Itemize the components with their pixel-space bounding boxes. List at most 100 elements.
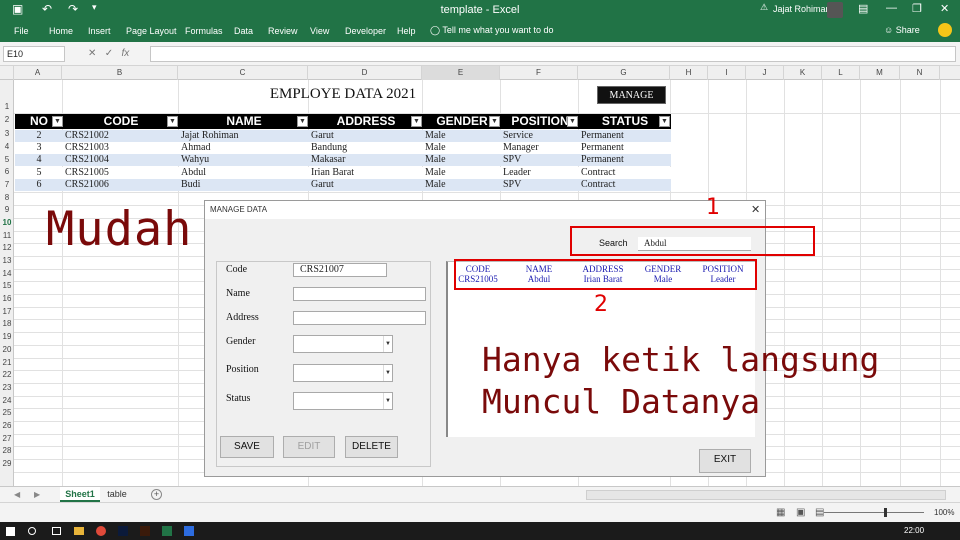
zoom-slider[interactable]	[824, 512, 924, 513]
column-header[interactable]: A	[14, 66, 62, 80]
tab-insert[interactable]: Insert	[88, 26, 111, 36]
app-icon[interactable]	[184, 526, 194, 536]
row-header[interactable]: 4	[0, 142, 14, 151]
row-header[interactable]: 24	[0, 396, 14, 405]
add-sheet-icon[interactable]: +	[151, 489, 162, 500]
column-header[interactable]: J	[746, 66, 784, 80]
filter-dropdown-icon[interactable]: ▼	[489, 116, 500, 127]
table-row[interactable]: 4 CRS21004 Wahyu Makasar Male SPV Perman…	[15, 154, 671, 166]
close-window-button[interactable]: ✕	[940, 2, 949, 15]
row-header[interactable]: 15	[0, 281, 14, 290]
name-field[interactable]	[293, 287, 426, 301]
row-header[interactable]: 26	[0, 421, 14, 430]
row-header[interactable]: 22	[0, 370, 14, 379]
column-header[interactable]: G	[578, 66, 670, 80]
row-header[interactable]: 10	[0, 218, 14, 227]
cancel-icon[interactable]: ✕	[88, 48, 96, 59]
filter-dropdown-icon[interactable]: ▼	[52, 116, 63, 127]
tab-help[interactable]: Help	[397, 26, 416, 36]
row-header[interactable]: 29	[0, 459, 14, 468]
normal-view-icon[interactable]: ▦	[776, 507, 785, 518]
photoshop-icon[interactable]	[118, 526, 128, 536]
search-icon[interactable]	[28, 527, 36, 535]
filter-dropdown-icon[interactable]: ▼	[411, 116, 422, 127]
ribbon-display-icon[interactable]: ▤	[858, 2, 868, 15]
illustrator-icon[interactable]	[140, 526, 150, 536]
table-row[interactable]: 3 CRS21003 Ahmad Bandung Male Manager Pe…	[15, 142, 671, 154]
tab-formulas[interactable]: Formulas	[185, 26, 223, 36]
row-header[interactable]: 23	[0, 383, 14, 392]
column-header[interactable]: F	[500, 66, 578, 80]
horizontal-scrollbar[interactable]	[586, 490, 946, 500]
scroll-right-icon[interactable]: ▶	[34, 490, 40, 499]
column-header[interactable]: N	[900, 66, 940, 80]
filter-dropdown-icon[interactable]: ▼	[567, 116, 578, 127]
row-header[interactable]: 2	[0, 115, 14, 124]
table-row[interactable]: 5 CRS21005 Abdul Irian Barat Male Leader…	[15, 167, 671, 179]
row-header[interactable]: 27	[0, 434, 14, 443]
clock[interactable]: 22:00	[904, 526, 924, 535]
insert-function-icon[interactable]: fx	[121, 48, 129, 59]
page-layout-icon[interactable]: ▣	[796, 507, 805, 518]
row-header[interactable]: 20	[0, 345, 14, 354]
tab-view[interactable]: View	[310, 26, 329, 36]
row-header[interactable]: 9	[0, 205, 14, 214]
row-header[interactable]: 3	[0, 129, 14, 138]
chrome-icon[interactable]	[96, 526, 106, 536]
row-header[interactable]: 19	[0, 332, 14, 341]
save-button[interactable]: SAVE	[220, 436, 274, 458]
row-header[interactable]: 16	[0, 294, 14, 303]
user-name[interactable]: Jajat Rohiman	[773, 4, 831, 14]
row-header[interactable]: 11	[0, 231, 14, 240]
zoom-level[interactable]: 100%	[934, 508, 954, 517]
tab-home[interactable]: Home	[49, 26, 73, 36]
row-header[interactable]: 18	[0, 319, 14, 328]
file-explorer-icon[interactable]	[74, 527, 84, 535]
windows-start-icon[interactable]	[6, 527, 15, 536]
restore-button[interactable]: ❐	[912, 2, 922, 15]
row-header[interactable]: 13	[0, 256, 14, 265]
exit-button[interactable]: EXIT	[699, 449, 751, 473]
filter-dropdown-icon[interactable]: ▼	[297, 116, 308, 127]
row-header[interactable]: 1	[0, 102, 14, 111]
row-header[interactable]: 8	[0, 193, 14, 202]
tab-page-layout[interactable]: Page Layout	[126, 26, 177, 36]
avatar[interactable]	[827, 2, 843, 18]
tab-data[interactable]: Data	[234, 26, 253, 36]
sheet-tab-active[interactable]: Sheet1	[60, 487, 100, 502]
row-header[interactable]: 21	[0, 358, 14, 367]
delete-button[interactable]: DELETE	[345, 436, 398, 458]
select-all-corner[interactable]	[0, 66, 14, 80]
name-box[interactable]: E10	[3, 46, 65, 62]
row-header[interactable]: 5	[0, 155, 14, 164]
tab-review[interactable]: Review	[268, 26, 298, 36]
row-header[interactable]: 25	[0, 408, 14, 417]
row-header[interactable]: 14	[0, 269, 14, 278]
column-header[interactable]: E	[422, 66, 500, 80]
tab-developer[interactable]: Developer	[345, 26, 386, 36]
filter-dropdown-icon[interactable]: ▼	[167, 116, 178, 127]
task-view-icon[interactable]	[52, 527, 61, 535]
formula-input[interactable]	[150, 46, 956, 62]
row-header[interactable]: 17	[0, 307, 14, 316]
column-header[interactable]: B	[62, 66, 178, 80]
minimize-button[interactable]: —	[886, 2, 897, 14]
status-select[interactable]: ▼	[293, 392, 393, 410]
address-field[interactable]	[293, 311, 426, 325]
position-select[interactable]: ▼	[293, 364, 393, 382]
column-header[interactable]: C	[178, 66, 308, 80]
manage-button[interactable]: MANAGE	[597, 86, 666, 104]
row-header[interactable]: 6	[0, 167, 14, 176]
tell-me-search[interactable]: ◯ Tell me what you want to do	[430, 25, 553, 36]
dialog-close-icon[interactable]: ✕	[751, 203, 760, 216]
enter-icon[interactable]: ✓	[105, 48, 113, 59]
column-header[interactable]: K	[784, 66, 822, 80]
edit-button[interactable]: EDIT	[283, 436, 335, 458]
row-header[interactable]: 7	[0, 180, 14, 189]
feedback-smiley-icon[interactable]	[938, 23, 952, 37]
column-header[interactable]: D	[308, 66, 422, 80]
column-header[interactable]: I	[708, 66, 746, 80]
scroll-left-icon[interactable]: ◀	[14, 490, 20, 499]
gender-select[interactable]: ▼	[293, 335, 393, 353]
excel-app-icon[interactable]	[162, 526, 172, 536]
